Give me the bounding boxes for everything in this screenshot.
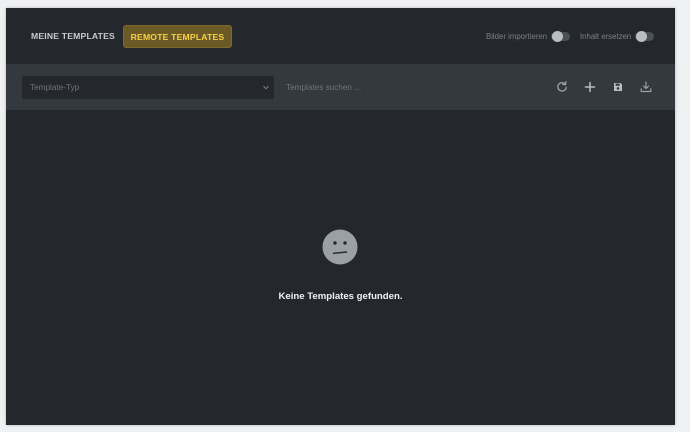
filter-toolbar: Template-Typ: [6, 64, 675, 110]
replace-content-toggle[interactable]: [635, 30, 655, 42]
template-type-placeholder: Template-Typ: [30, 83, 80, 92]
empty-state-message: Keine Templates gefunden.: [278, 291, 403, 302]
import-images-toggle-group: Bilder importieren: [486, 30, 571, 42]
template-library-panel: Meine Templates Remote Templates Bilder …: [6, 8, 675, 425]
download-button[interactable]: [639, 80, 653, 94]
import-images-toggle[interactable]: [551, 30, 571, 42]
toggle-knob: [552, 30, 564, 42]
replace-content-label: Inhalt ersetzen: [580, 31, 632, 41]
plus-icon: [584, 81, 596, 93]
template-search-input[interactable]: [286, 76, 536, 99]
save-button[interactable]: [611, 80, 625, 94]
refresh-button[interactable]: [555, 80, 569, 94]
replace-content-toggle-group: Inhalt ersetzen: [580, 30, 655, 42]
tab-my-templates[interactable]: Meine Templates: [26, 25, 120, 48]
neutral-face-icon: [322, 229, 358, 265]
save-icon: [614, 83, 622, 91]
add-template-button[interactable]: [583, 80, 597, 94]
import-images-label: Bilder importieren: [486, 31, 548, 41]
refresh-icon: [557, 80, 567, 92]
template-type-select[interactable]: Template-Typ: [22, 76, 274, 99]
tab-remote-templates[interactable]: Remote Templates: [123, 25, 232, 48]
toggle-knob: [636, 30, 648, 42]
download-icon: [640, 81, 652, 93]
header-bar: Meine Templates Remote Templates Bilder …: [6, 8, 675, 64]
chevron-down-icon: [263, 85, 269, 90]
